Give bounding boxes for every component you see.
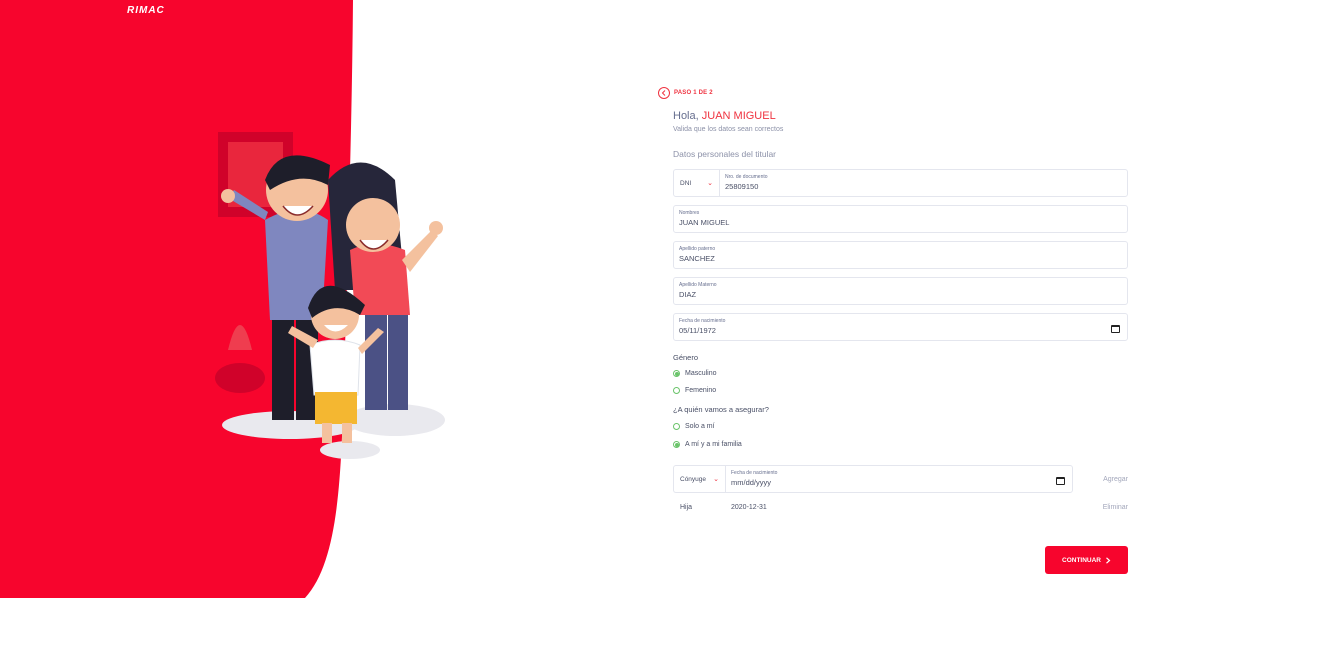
gender-option-male[interactable]: Masculino — [673, 365, 1128, 382]
back-button[interactable] — [658, 87, 670, 99]
field-value: 05/11/1972 — [679, 326, 716, 335]
add-member-button[interactable]: Agregar — [1103, 476, 1128, 483]
add-family-member-row: Cónyuge ⌄ Fecha de nacimiento mm/dd/yyyy… — [673, 465, 1128, 493]
continue-label: CONTINUAR — [1062, 556, 1101, 564]
field-label: Apellido Materno — [679, 282, 717, 288]
page-subtitle: Valida que los datos sean correctos — [673, 126, 784, 133]
first-name-field[interactable]: Nombres JUAN MIGUEL — [673, 205, 1128, 233]
list-item: Hija 2020-12-31 Eliminar — [673, 500, 1128, 514]
gender-label: Género — [673, 353, 699, 362]
hero-panel: RIMAC — [0, 0, 445, 598]
document-number-label: Nro. de documento — [725, 174, 768, 180]
radio-label: Masculino — [685, 370, 717, 377]
document-number-field[interactable]: Nro. de documento 25809150 — [720, 170, 1127, 196]
insure-option-only-me[interactable]: Solo a mí — [673, 418, 1128, 435]
radio-selected-icon — [673, 370, 680, 377]
page-title: Hola, JUAN MIGUEL — [673, 110, 1128, 122]
member-date: 2020-12-31 — [731, 503, 767, 511]
field-label: Apellido paterno — [679, 246, 716, 252]
relationship-select[interactable]: Cónyuge ⌄ — [673, 465, 725, 493]
family-illustration — [215, 132, 445, 459]
field-label: Nombres — [679, 210, 700, 216]
radio-label: Femenino — [685, 387, 717, 394]
document-type-value: DNI — [680, 179, 692, 187]
radio-label: Solo a mí — [685, 423, 715, 430]
step-indicator: PASO 1 DE 2 — [658, 86, 1128, 100]
chevron-down-icon: ⌄ — [707, 180, 713, 187]
step-label: PASO 1 DE 2 — [674, 90, 713, 96]
rimac-logo: RIMAC — [127, 5, 165, 16]
radio-selected-icon — [673, 441, 680, 448]
calendar-icon[interactable] — [1111, 325, 1120, 333]
insure-option-family[interactable]: A mí y a mi familia — [673, 436, 1128, 453]
chevron-down-icon: ⌄ — [713, 476, 719, 483]
field-value: SANCHEZ — [679, 254, 715, 263]
field-value: JUAN MIGUEL — [679, 218, 730, 227]
radio-unselected-icon — [673, 387, 680, 394]
chevron-left-icon — [661, 90, 666, 96]
maternal-surname-field[interactable]: Apellido Materno DIAZ — [673, 277, 1128, 305]
section-title: Datos personales del titular — [673, 149, 777, 159]
paternal-surname-field[interactable]: Apellido paterno SANCHEZ — [673, 241, 1128, 269]
member-relation: Hija — [680, 503, 693, 511]
member-birthdate-field[interactable]: Fecha de nacimiento mm/dd/yyyy — [725, 465, 1073, 493]
document-number-value: 25809150 — [725, 182, 759, 191]
radio-unselected-icon — [673, 423, 680, 430]
document-type-select[interactable]: DNI ⌄ — [674, 170, 720, 196]
greeting-name: JUAN MIGUEL — [701, 110, 776, 122]
continue-button[interactable]: CONTINUAR — [1045, 546, 1128, 574]
registration-form: PASO 1 DE 2 Hola, JUAN MIGUEL Valida que… — [658, 86, 1128, 574]
birthdate-field[interactable]: Fecha de nacimiento 05/11/1972 — [673, 313, 1128, 341]
remove-member-button[interactable]: Eliminar — [1103, 504, 1128, 511]
field-value: DIAZ — [679, 290, 697, 299]
document-row: DNI ⌄ Nro. de documento 25809150 — [673, 169, 1128, 197]
field-label: Fecha de nacimiento — [731, 470, 778, 476]
relationship-value: Cónyuge — [680, 475, 707, 483]
radio-label: A mí y a mi familia — [685, 441, 742, 448]
insure-label: ¿A quién vamos a asegurar? — [673, 405, 769, 414]
gender-option-female[interactable]: Femenino — [673, 382, 1128, 399]
field-placeholder: mm/dd/yyyy — [731, 478, 772, 487]
greeting-prefix: Hola, — [673, 110, 702, 122]
chevron-right-icon — [1106, 556, 1111, 564]
calendar-icon[interactable] — [1056, 477, 1065, 485]
field-label: Fecha de nacimiento — [679, 318, 726, 324]
